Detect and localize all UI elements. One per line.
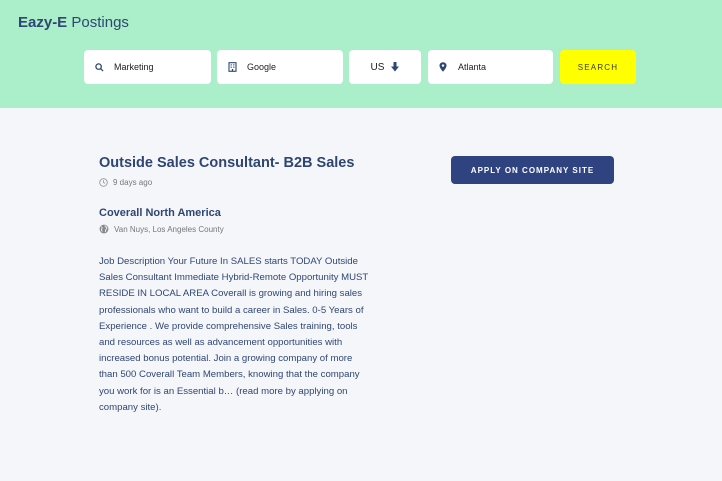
location-input[interactable]: Atlanta	[428, 50, 553, 84]
brand-rest: Postings	[71, 14, 129, 31]
header: Eazy-E Postings Marketing Google US Atla…	[0, 0, 722, 108]
company-value: Google	[247, 62, 277, 72]
keyword-input[interactable]: Marketing	[84, 50, 211, 84]
search-icon	[84, 62, 114, 72]
search-button[interactable]: SEARCH	[560, 50, 636, 84]
job-location: Van Nuys, Los Angeles County	[99, 224, 224, 234]
job-description: Job Description Your Future In SALES sta…	[99, 256, 369, 413]
posted-date: 9 days ago	[99, 178, 152, 187]
apply-on-company-site-button[interactable]: APPLY ON COMPANY SITE	[451, 156, 614, 184]
company-name: Coverall North America	[99, 207, 221, 219]
location-text: Van Nuys, Los Angeles County	[114, 224, 224, 234]
company-input[interactable]: Google	[217, 50, 343, 84]
brand-bold: Eazy-E	[18, 14, 68, 31]
globe-icon	[99, 224, 109, 234]
search-bar: Marketing Google US Atlanta SEARCH	[0, 50, 722, 84]
country-select[interactable]: US	[349, 50, 421, 84]
brand-logo[interactable]: Eazy-E Postings	[18, 14, 129, 31]
country-value: US	[370, 61, 385, 73]
location-value: Atlanta	[458, 62, 487, 72]
map-pin-icon	[428, 62, 458, 72]
arrow-down-icon	[391, 62, 400, 72]
posted-text: 9 days ago	[113, 178, 153, 187]
job-title: Outside Sales Consultant- B2B Sales	[99, 155, 355, 171]
building-icon	[217, 62, 247, 72]
keyword-value: Marketing	[114, 62, 154, 72]
clock-icon	[99, 178, 108, 187]
